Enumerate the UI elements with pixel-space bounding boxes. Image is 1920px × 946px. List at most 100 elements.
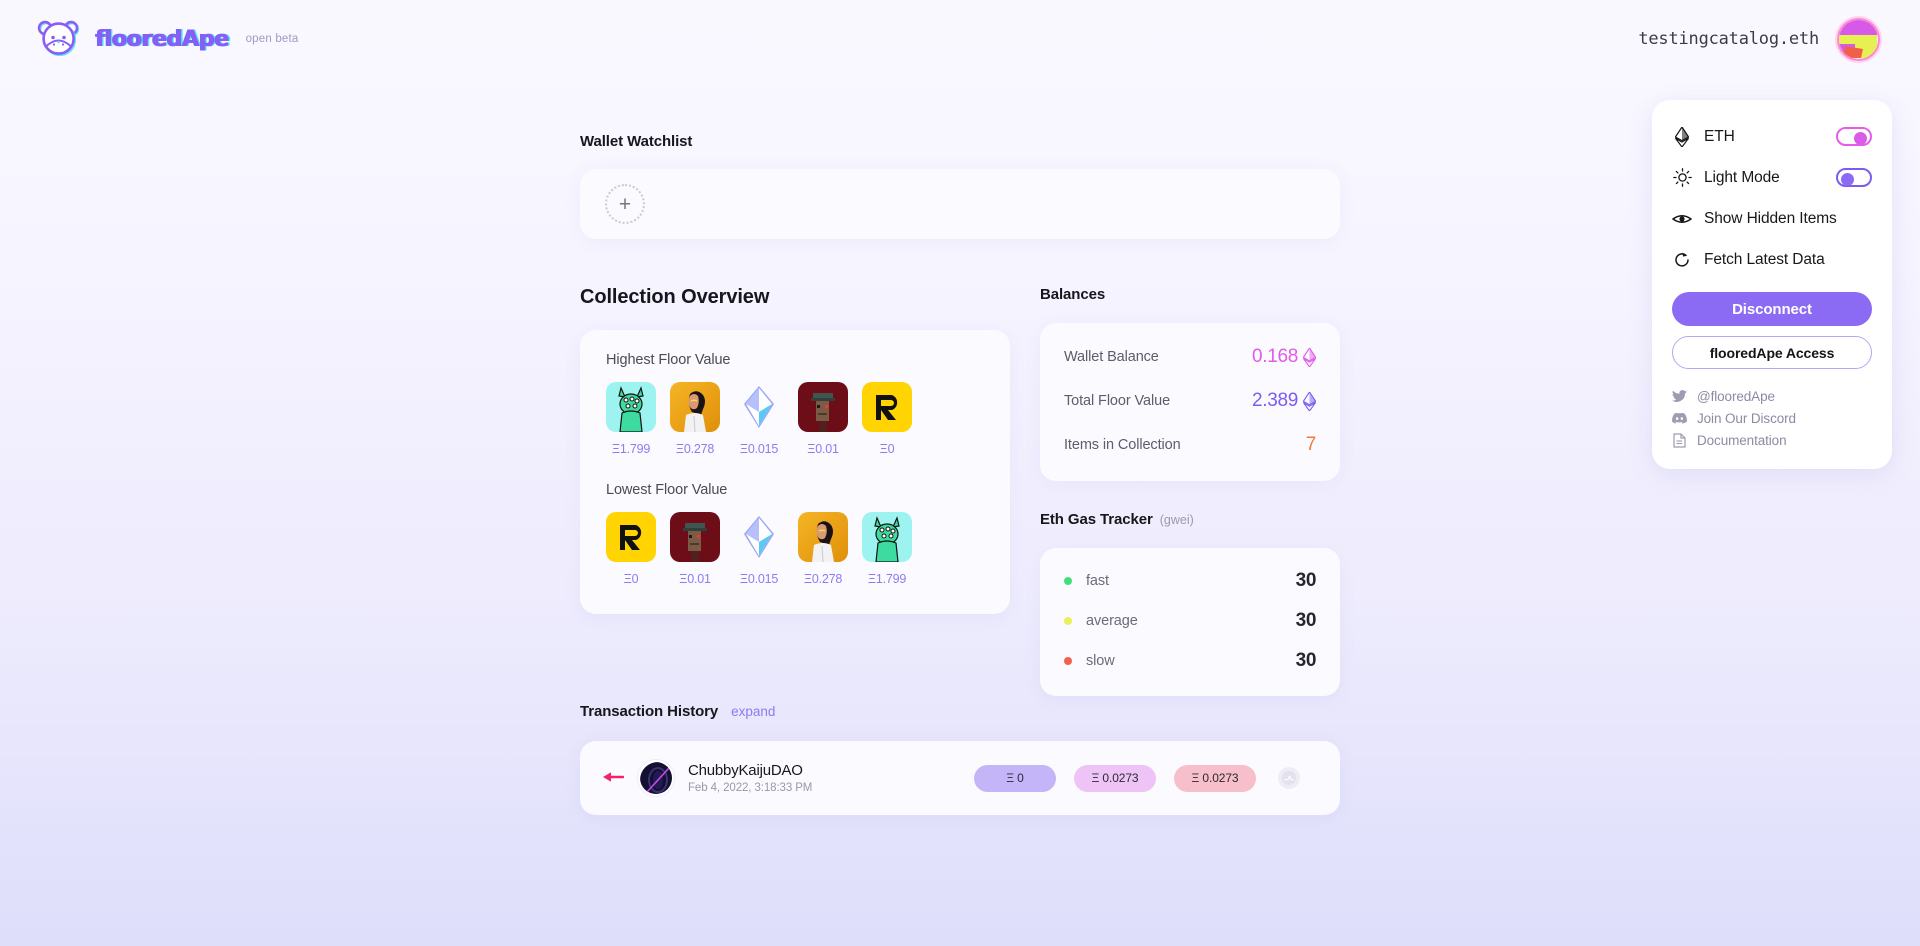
- status-dot-slow: [1064, 657, 1072, 665]
- twitter-icon: [1672, 389, 1687, 404]
- balance-value: 2.389: [1251, 390, 1298, 411]
- gas-row-average: average 30: [1064, 608, 1316, 634]
- lowest-floor-block: Lowest Floor Value Ξ0 Ξ0.01 Ξ0.015 Ξ0.27…: [606, 482, 984, 586]
- link-twitter[interactable]: @flooredApe: [1672, 385, 1872, 407]
- balance-value-wrap: 7: [1305, 434, 1317, 456]
- balances-gas-column: Balances Wallet Balance 0.168 Total Floo…: [1040, 286, 1340, 696]
- flooredape-access-button[interactable]: flooredApe Access: [1672, 336, 1872, 369]
- setting-label-show-hidden-items: Show Hidden Items: [1704, 209, 1837, 227]
- balances-section: Balances Wallet Balance 0.168 Total Floo…: [1040, 286, 1340, 481]
- nft-item[interactable]: Ξ0.278: [798, 512, 848, 586]
- ethereum-icon: [1303, 391, 1316, 411]
- table-row[interactable]: ChubbyKaijuDAO Feb 4, 2022, 3:18:33 PM Ξ…: [580, 741, 1340, 815]
- status-badge[interactable]: Ξ 0.0273: [1174, 764, 1256, 792]
- wallet-watchlist-title: Wallet Watchlist: [580, 133, 693, 150]
- gas-label: slow: [1086, 653, 1115, 669]
- gas-row-fast: fast 30: [1064, 568, 1316, 594]
- transaction-collection-name: ChubbyKaijuDAO: [688, 762, 803, 779]
- nft-price: Ξ0.01: [807, 442, 839, 456]
- overview-columns: Collection Overview Highest Floor Value: [580, 286, 1340, 696]
- sun-icon: [1672, 168, 1692, 188]
- balance-label: Items in Collection: [1064, 437, 1181, 453]
- link-discord[interactable]: Join Our Discord: [1672, 407, 1872, 429]
- nft-thumbnail-gold-portrait: [798, 512, 848, 562]
- brand-beta-tag: open beta: [245, 33, 299, 45]
- balance-value-wrap: 0.168: [1252, 346, 1316, 368]
- nft-item[interactable]: Ξ0: [862, 382, 912, 456]
- balance-value-wrap: 2.389: [1252, 390, 1316, 412]
- transaction-history-section: Transaction History expand ChubbyKaijuDA…: [580, 703, 1340, 815]
- nft-item[interactable]: Ξ0.015: [734, 382, 784, 456]
- balance-value: 7: [1305, 434, 1317, 455]
- setting-row-fetch-latest-data[interactable]: Fetch Latest Data: [1672, 239, 1872, 280]
- app-header: flooredApe open beta testingcatalog.eth: [0, 0, 1920, 78]
- collection-overview-card: Highest Floor Value Ξ1.799 Ξ0.278 Ξ0.015…: [580, 330, 1010, 614]
- plus-icon: +: [618, 192, 632, 216]
- avatar: [638, 760, 674, 796]
- avatar[interactable]: [1837, 17, 1880, 61]
- refresh-icon: [1672, 250, 1692, 270]
- toggle-knob: [1854, 131, 1867, 145]
- status-badge[interactable]: Ξ 0.0273: [1074, 764, 1156, 792]
- brand[interactable]: flooredApe open beta: [36, 16, 299, 62]
- settings-panel: ETH Light Mode Show Hidden Items Fetch L…: [1652, 100, 1892, 469]
- nft-price: Ξ0.015: [739, 442, 779, 456]
- link-label-discord: Join Our Discord: [1697, 410, 1796, 426]
- light-mode-toggle[interactable]: [1836, 168, 1872, 187]
- nft-thumbnail-kaiju-green: [606, 382, 656, 432]
- balance-row-items-in-collection: Items in Collection 7: [1064, 431, 1316, 459]
- setting-row-light-mode[interactable]: Light Mode: [1672, 157, 1872, 198]
- setting-label-light-mode: Light Mode: [1704, 168, 1780, 186]
- lowest-floor-label: Lowest Floor Value: [606, 482, 728, 498]
- balance-label: Total Floor Value: [1064, 393, 1171, 409]
- gas-tracker-card: fast 30 average 30 slow 30: [1040, 548, 1340, 696]
- nft-item[interactable]: Ξ1.799: [862, 512, 912, 586]
- link-documentation[interactable]: Documentation: [1672, 429, 1872, 451]
- link-label-documentation: Documentation: [1697, 432, 1787, 448]
- transaction-badges: Ξ 0 Ξ 0.0273 Ξ 0.0273: [974, 764, 1300, 792]
- balance-row-wallet-balance: Wallet Balance 0.168: [1064, 343, 1316, 371]
- nft-price: Ξ1.799: [611, 442, 651, 456]
- transaction-history-heading: Transaction History expand: [580, 703, 1340, 720]
- highest-floor-label: Highest Floor Value: [606, 352, 731, 368]
- gas-row-slow: slow 30: [1064, 648, 1316, 674]
- nft-item[interactable]: Ξ0.01: [670, 512, 720, 586]
- account-name: testingcatalog.eth: [1638, 29, 1819, 49]
- nft-thumbnail-ens-diamond: [734, 512, 784, 562]
- status-dot-average: [1064, 617, 1072, 625]
- account-area[interactable]: testingcatalog.eth: [1638, 17, 1880, 61]
- collection-overview-section: Collection Overview Highest Floor Value: [580, 286, 1010, 696]
- balance-label: Wallet Balance: [1064, 349, 1159, 365]
- nft-item[interactable]: Ξ0.01: [798, 382, 848, 456]
- setting-label-fetch-latest-data: Fetch Latest Data: [1704, 250, 1825, 268]
- setting-row-eth[interactable]: ETH: [1672, 116, 1872, 157]
- nft-item[interactable]: Ξ1.799: [606, 382, 656, 456]
- arrow-left-icon: [602, 768, 625, 788]
- setting-row-show-hidden-items[interactable]: Show Hidden Items: [1672, 198, 1872, 239]
- disconnect-button[interactable]: Disconnect: [1672, 292, 1872, 326]
- status-dot-fast: [1064, 577, 1072, 585]
- opensea-icon[interactable]: [1278, 767, 1300, 789]
- nft-item[interactable]: Ξ0.015: [734, 512, 784, 586]
- nft-price: Ξ0.01: [679, 572, 711, 586]
- nft-item[interactable]: Ξ0.278: [670, 382, 720, 456]
- status-badge[interactable]: Ξ 0: [974, 764, 1056, 792]
- nft-thumbnail-pixel-red: [798, 382, 848, 432]
- highest-floor-block: Highest Floor Value Ξ1.799 Ξ0.278 Ξ0.015…: [606, 352, 984, 456]
- add-wallet-button[interactable]: +: [605, 184, 645, 224]
- gas-tracker-section: Eth Gas Tracker (gwei) fast 30 average 3…: [1040, 511, 1340, 696]
- nft-thumbnail-ens-diamond: [734, 382, 784, 432]
- collection-overview-title: Collection Overview: [580, 286, 770, 308]
- balance-row-total-floor-value: Total Floor Value 2.389: [1064, 387, 1316, 415]
- nft-price: Ξ0.278: [803, 572, 843, 586]
- gas-tracker-title: Eth Gas Tracker: [1040, 511, 1153, 528]
- transaction-info: ChubbyKaijuDAO Feb 4, 2022, 3:18:33 PM: [688, 762, 974, 794]
- wallet-watchlist-card: +: [580, 169, 1340, 239]
- eth-toggle[interactable]: [1836, 127, 1872, 146]
- ethereum-icon: [1303, 347, 1316, 367]
- gas-tracker-heading: Eth Gas Tracker (gwei): [1040, 511, 1340, 528]
- nft-item[interactable]: Ξ0: [606, 512, 656, 586]
- expand-transactions-link[interactable]: expand: [731, 704, 775, 719]
- gas-tracker-unit: (gwei): [1159, 513, 1194, 527]
- lowest-floor-list: Ξ0 Ξ0.01 Ξ0.015 Ξ0.278 Ξ1.799: [606, 512, 984, 586]
